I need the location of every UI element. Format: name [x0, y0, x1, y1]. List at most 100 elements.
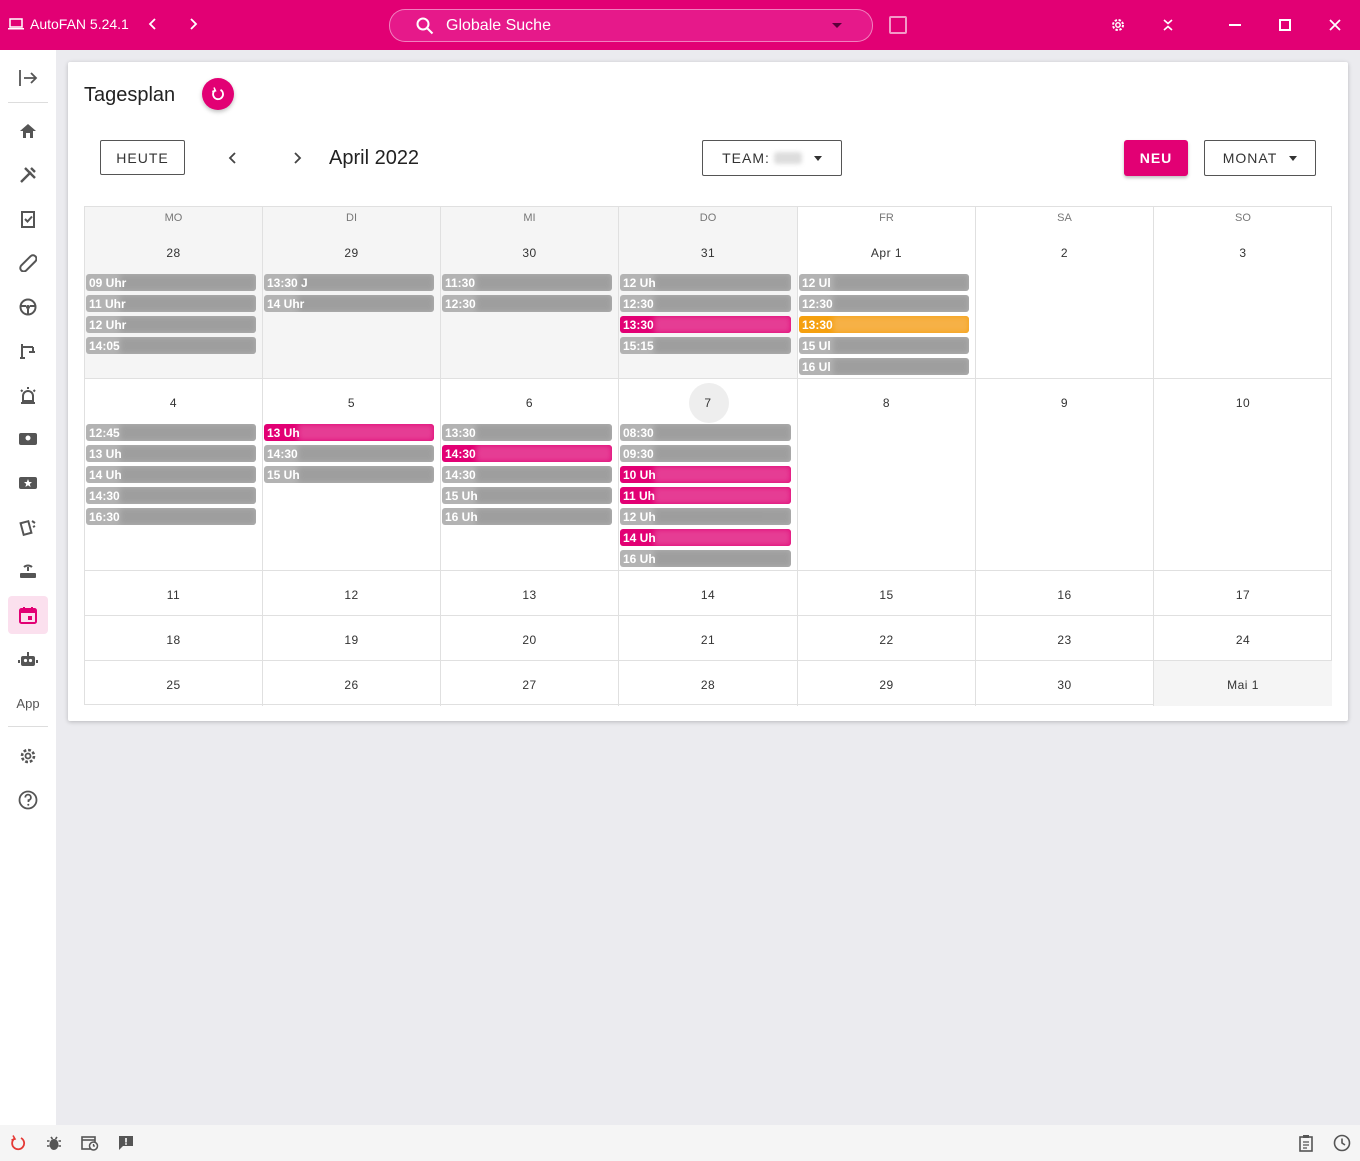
status-sync-button[interactable] — [8, 1133, 28, 1153]
calendar-day-cell[interactable]: MI 30 11:30 12:30 — [441, 207, 619, 379]
calendar-event[interactable]: 11 Uhr — [86, 295, 256, 312]
calendar-event[interactable]: 16 Ul — [799, 358, 969, 375]
calendar-day-cell[interactable]: 27 — [441, 661, 619, 706]
sidebar-item-tools[interactable] — [8, 156, 48, 194]
search-checkbox[interactable] — [889, 16, 907, 34]
calendar-event[interactable]: 12 Ul — [799, 274, 969, 291]
day-number[interactable]: 3 — [1154, 246, 1332, 260]
calendar-day-cell[interactable]: 23 — [976, 616, 1154, 661]
calendar-day-cell[interactable]: SA 2 — [976, 207, 1154, 379]
sidebar-item-settings[interactable] — [8, 737, 48, 775]
back-button[interactable] — [141, 12, 165, 36]
calendar-day-cell[interactable]: 22 — [798, 616, 976, 661]
sidebar-item-home[interactable] — [8, 112, 48, 150]
calendar-day-cell[interactable]: Mai 1 — [1154, 661, 1332, 706]
sidebar-item-contacts[interactable] — [8, 420, 48, 458]
calendar-day-cell[interactable]: 25 — [85, 661, 263, 706]
calendar-event[interactable]: 15 Uh — [442, 487, 612, 504]
day-number[interactable]: 25 — [85, 678, 262, 692]
status-feedback-button[interactable] — [116, 1133, 136, 1153]
sidebar-item-robot[interactable] — [8, 640, 48, 678]
next-month-button[interactable] — [285, 146, 309, 170]
calendar-event[interactable]: 09:30 — [620, 445, 791, 462]
day-number[interactable]: 22 — [798, 633, 975, 647]
calendar-day-cell[interactable]: 8 — [798, 379, 976, 571]
calendar-event[interactable]: 13:30 J — [264, 274, 434, 291]
sidebar-item-help[interactable] — [8, 781, 48, 819]
status-schedule-button[interactable] — [80, 1133, 100, 1153]
status-clock-button[interactable] — [1332, 1133, 1352, 1153]
calendar-day-cell[interactable]: 5 13 Uh 14:30 15 Uh — [263, 379, 441, 571]
settings-button[interactable] — [1106, 13, 1130, 37]
day-number[interactable]: Mai 1 — [1154, 678, 1332, 692]
calendar-day-cell[interactable]: 26 — [263, 661, 441, 706]
calendar-day-cell[interactable]: 12 — [263, 571, 441, 616]
calendar-day-cell[interactable]: 29 — [798, 661, 976, 706]
sidebar-item-tasks[interactable] — [8, 200, 48, 238]
sidebar-item-router[interactable] — [8, 552, 48, 590]
day-number[interactable]: 16 — [976, 588, 1153, 602]
calendar-event[interactable]: 16 Uh — [442, 508, 612, 525]
day-number[interactable]: 21 — [619, 633, 797, 647]
sidebar-app-label[interactable]: App — [0, 696, 56, 711]
day-number[interactable]: 12 — [263, 588, 440, 602]
day-number[interactable]: 2 — [976, 246, 1153, 260]
calendar-event[interactable]: 16 Uh — [620, 550, 791, 567]
day-number[interactable]: 27 — [441, 678, 618, 692]
view-select[interactable]: MONAT — [1204, 140, 1316, 176]
calendar-event[interactable]: 13 Uh — [86, 445, 256, 462]
calendar-event[interactable]: 13:30 — [799, 316, 969, 333]
sidebar-item-alarm[interactable] — [8, 376, 48, 414]
team-select[interactable]: TEAM: — [702, 140, 842, 176]
calendar-day-cell[interactable]: 30 — [976, 661, 1154, 706]
forward-button[interactable] — [181, 12, 205, 36]
calendar-day-cell[interactable]: 19 — [263, 616, 441, 661]
day-number[interactable]: 20 — [441, 633, 618, 647]
sidebar-item-wheel[interactable] — [8, 288, 48, 326]
calendar-day-cell[interactable]: 13 — [441, 571, 619, 616]
sidebar-item-cards[interactable] — [8, 508, 48, 546]
day-number[interactable]: 13 — [441, 588, 618, 602]
close-button[interactable] — [1323, 13, 1347, 37]
day-number[interactable]: 17 — [1154, 588, 1332, 602]
sidebar-item-rating[interactable] — [8, 464, 48, 502]
calendar-event[interactable]: 14:30 — [442, 445, 612, 462]
calendar-day-cell[interactable]: 10 — [1154, 379, 1332, 571]
calendar-event[interactable]: 11 Uh — [620, 487, 791, 504]
calendar-event[interactable]: 15:15 — [620, 337, 791, 354]
calendar-day-cell[interactable]: 4 12:45 13 Uh 14 Uh 14:30 16:30 — [85, 379, 263, 571]
calendar-event[interactable]: 12:30 — [442, 295, 612, 312]
calendar-event[interactable]: 13:30 — [442, 424, 612, 441]
day-number[interactable]: 5 — [263, 396, 440, 410]
calendar-day-cell[interactable]: 16 — [976, 571, 1154, 616]
calendar-day-cell[interactable]: 24 — [1154, 616, 1332, 661]
calendar-event[interactable]: 12 Uh — [620, 274, 791, 291]
calendar-day-cell[interactable]: 11 — [85, 571, 263, 616]
calendar-event[interactable]: 08:30 — [620, 424, 791, 441]
calendar-event[interactable]: 12 Uh — [620, 508, 791, 525]
day-number[interactable]: 4 — [85, 396, 262, 410]
calendar-event[interactable]: 13 Uh — [264, 424, 434, 441]
day-number[interactable]: 10 — [1154, 396, 1332, 410]
calendar-day-cell[interactable]: 9 — [976, 379, 1154, 571]
global-search[interactable]: Globale Suche — [389, 9, 873, 42]
calendar-day-cell[interactable]: 7 08:30 09:30 10 Uh 11 Uh 12 Uh 14 Uh 16 Uh — [619, 379, 798, 571]
new-button[interactable]: NEU — [1124, 140, 1188, 176]
calendar-day-cell[interactable]: 28 — [619, 661, 798, 706]
sidebar-item-parts[interactable] — [8, 244, 48, 282]
calendar-day-cell[interactable]: DI 29 13:30 J 14 Uhr — [263, 207, 441, 379]
day-number[interactable]: 19 — [263, 633, 440, 647]
calendar-day-cell[interactable]: DO 31 12 Uh 12:30 13:30 15:15 — [619, 207, 798, 379]
calendar-day-cell[interactable]: 20 — [441, 616, 619, 661]
calendar-event[interactable]: 14:30 — [86, 487, 256, 504]
calendar-day-cell[interactable]: 6 13:30 14:30 14:30 15 Uh 16 Uh — [441, 379, 619, 571]
today-button[interactable]: HEUTE — [100, 140, 185, 175]
calendar-day-cell[interactable]: 14 — [619, 571, 798, 616]
day-number[interactable]: 30 — [976, 678, 1153, 692]
calendar-event[interactable]: 12:45 — [86, 424, 256, 441]
calendar-event[interactable]: 10 Uh — [620, 466, 791, 483]
day-number[interactable]: 26 — [263, 678, 440, 692]
search-dropdown-icon[interactable] — [832, 23, 842, 28]
sidebar-item-calendar[interactable] — [8, 596, 48, 634]
calendar-event[interactable]: 12 Uhr — [86, 316, 256, 333]
